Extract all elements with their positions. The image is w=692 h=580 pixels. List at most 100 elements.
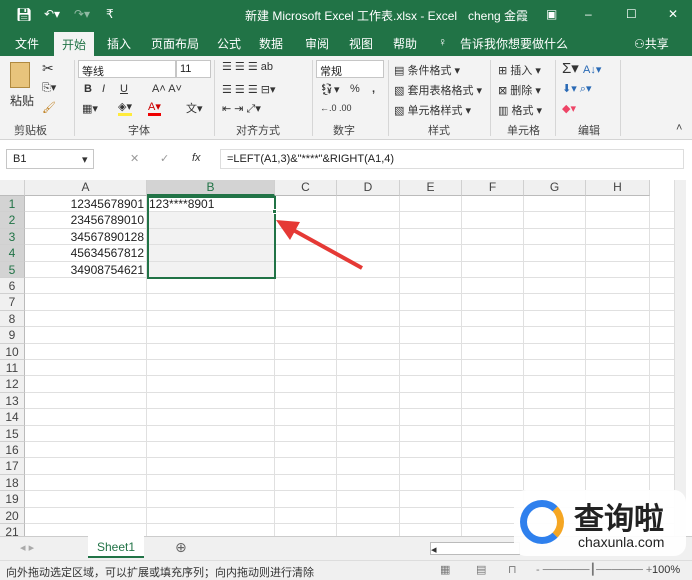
underline-button[interactable]: U: [120, 83, 128, 95]
cell-E11[interactable]: [400, 360, 462, 377]
bold-button[interactable]: B: [84, 83, 92, 95]
cell-B17[interactable]: [147, 458, 275, 475]
add-sheet-icon[interactable]: ⊕: [175, 539, 187, 556]
row-header-9[interactable]: 9: [0, 327, 25, 344]
cell-F4[interactable]: [462, 245, 524, 262]
cell-E3[interactable]: [400, 228, 462, 246]
font-name-select[interactable]: 等线: [78, 60, 176, 78]
zoom-slider[interactable]: - ──────┃────── +: [536, 563, 652, 576]
row-header-12[interactable]: 12: [0, 376, 25, 393]
cell-C15[interactable]: [275, 425, 337, 442]
cell-C20[interactable]: [275, 507, 337, 524]
cell-H15[interactable]: [586, 425, 650, 442]
cell-H5[interactable]: [586, 261, 650, 278]
row-header-4[interactable]: 4: [0, 245, 25, 262]
cell-E5[interactable]: [400, 261, 462, 278]
cell-G9[interactable]: [524, 327, 586, 344]
redo-icon[interactable]: ↷▾: [74, 7, 90, 21]
normal-view-icon[interactable]: ▦: [440, 563, 450, 576]
cell-E9[interactable]: [400, 327, 462, 344]
cell-C19[interactable]: [275, 491, 337, 508]
row-header-20[interactable]: 20: [0, 507, 25, 524]
share-button[interactable]: ⚇共享: [634, 35, 669, 52]
row-header-2[interactable]: 2: [0, 212, 25, 229]
paste-button[interactable]: 粘贴: [10, 92, 34, 109]
italic-button[interactable]: I: [102, 83, 105, 95]
cell-D15[interactable]: [337, 425, 400, 442]
fill-icon[interactable]: ⬇▾ ⌕▾: [562, 82, 591, 96]
name-box[interactable]: B1: [6, 149, 94, 169]
user-name[interactable]: cheng 金霞: [468, 7, 528, 24]
font-size-select[interactable]: 11: [176, 60, 211, 78]
cell-A11[interactable]: [25, 360, 147, 377]
cell-F14[interactable]: [462, 409, 524, 426]
cell-D13[interactable]: [337, 392, 400, 410]
column-header-A[interactable]: A: [25, 180, 147, 196]
cell-E8[interactable]: [400, 310, 462, 328]
cell-E15[interactable]: [400, 425, 462, 442]
cell-B13[interactable]: [147, 392, 275, 410]
fill-color-icon[interactable]: ◈▾: [118, 100, 132, 116]
number-format-select[interactable]: 常规: [316, 60, 384, 78]
cell-D6[interactable]: [337, 278, 400, 295]
page-layout-view-icon[interactable]: ▤: [476, 563, 486, 576]
cell-E16[interactable]: [400, 442, 462, 459]
cell-D14[interactable]: [337, 409, 400, 426]
cell-B3[interactable]: [147, 228, 275, 246]
cell-D11[interactable]: [337, 360, 400, 377]
phonetic-icon[interactable]: 文▾: [186, 100, 203, 116]
cell-C6[interactable]: [275, 278, 337, 295]
cell-E12[interactable]: [400, 376, 462, 393]
cell-G5[interactable]: [524, 261, 586, 278]
cell-B18[interactable]: [147, 474, 275, 492]
cell-F15[interactable]: [462, 425, 524, 442]
cell-B16[interactable]: [147, 442, 275, 459]
delete-cells-button[interactable]: ⊠ 删除 ▾: [498, 82, 541, 98]
tell-me-input[interactable]: 告诉我你想要做什么: [460, 35, 568, 52]
row-header-8[interactable]: 8: [0, 310, 25, 328]
cell-B8[interactable]: [147, 310, 275, 328]
cell-H16[interactable]: [586, 442, 650, 459]
tab-home[interactable]: 开始: [54, 32, 95, 56]
cell-A10[interactable]: [25, 343, 147, 360]
cell-E6[interactable]: [400, 278, 462, 295]
ribbon-display-icon[interactable]: ▣: [546, 7, 557, 21]
cell-C7[interactable]: [275, 294, 337, 311]
row-header-3[interactable]: 3: [0, 228, 25, 246]
column-header-E[interactable]: E: [400, 180, 462, 196]
cell-F2[interactable]: [462, 212, 524, 229]
cell-G17[interactable]: [524, 458, 586, 475]
row-header-15[interactable]: 15: [0, 425, 25, 442]
cell-H14[interactable]: [586, 409, 650, 426]
save-icon[interactable]: 💾︎: [16, 7, 33, 23]
column-header-D[interactable]: D: [337, 180, 400, 196]
cell-E1[interactable]: [400, 196, 462, 213]
cell-G10[interactable]: [524, 343, 586, 360]
cell-F6[interactable]: [462, 278, 524, 295]
column-header-C[interactable]: C: [275, 180, 337, 196]
cell-H11[interactable]: [586, 360, 650, 377]
cell-A1[interactable]: 12345678901: [25, 196, 147, 213]
cell-B12[interactable]: [147, 376, 275, 393]
cell-B7[interactable]: [147, 294, 275, 311]
cell-G14[interactable]: [524, 409, 586, 426]
minimize-button[interactable]: –: [585, 7, 592, 21]
cut-icon[interactable]: ✂: [42, 60, 54, 77]
column-header-H[interactable]: H: [586, 180, 650, 196]
border-icon[interactable]: ▦▾: [82, 102, 98, 115]
cell-D16[interactable]: [337, 442, 400, 459]
maximize-button[interactable]: ☐: [626, 7, 637, 21]
cell-D21[interactable]: [337, 524, 400, 536]
cell-style-button[interactable]: ▧ 单元格样式 ▾: [394, 102, 471, 118]
cell-F11[interactable]: [462, 360, 524, 377]
collapse-ribbon-icon[interactable]: ˄: [676, 122, 682, 134]
cell-H9[interactable]: [586, 327, 650, 344]
cell-D8[interactable]: [337, 310, 400, 328]
cell-B15[interactable]: [147, 425, 275, 442]
enter-icon[interactable]: ✓: [160, 152, 169, 165]
sheet-tab-sheet1[interactable]: Sheet1: [88, 536, 144, 558]
cell-C17[interactable]: [275, 458, 337, 475]
cell-B5[interactable]: [147, 261, 275, 278]
column-header-B[interactable]: B: [147, 180, 275, 196]
cell-A19[interactable]: [25, 491, 147, 508]
